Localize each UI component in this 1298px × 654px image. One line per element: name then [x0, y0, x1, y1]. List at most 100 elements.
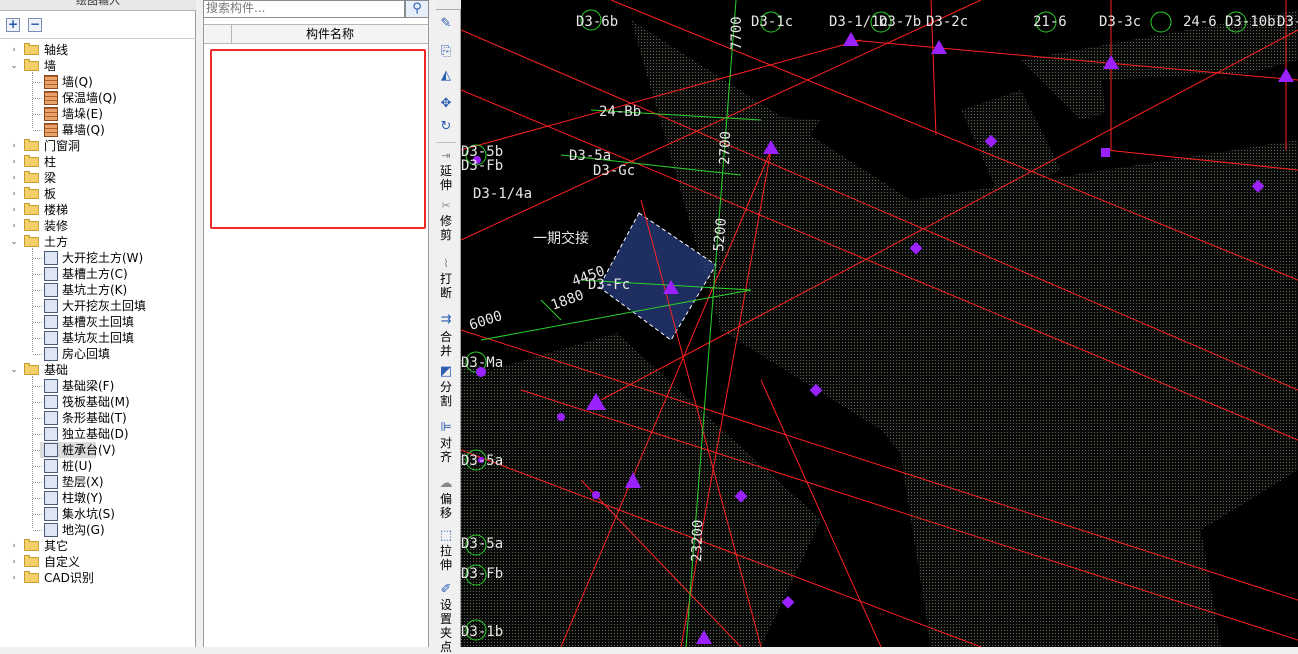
tree-item[interactable]: ⌄ 墙 [6, 58, 192, 74]
tool-offset-label[interactable]: 偏移 [438, 492, 454, 520]
tree-item[interactable]: › 楼梯 [6, 202, 192, 218]
tree-item[interactable]: › 轴线 [6, 42, 192, 58]
highlight-box [210, 49, 426, 229]
tree-child-item[interactable]: 基坑灰土回填 [40, 330, 134, 346]
rotate-icon[interactable]: ↻ [434, 117, 458, 137]
tree-child-item[interactable]: 柱墩(Y) [40, 490, 103, 506]
tool-split-label[interactable]: 分割 [438, 380, 454, 408]
cad-drawing[interactable]: D3-6b D3-1c D3-1/1c D3-7b D3-2c 21-6 D3-… [461, 0, 1298, 647]
tree-child-item[interactable]: 垫层(X) [40, 474, 104, 490]
tree-item-label: 其它 [44, 539, 69, 553]
tree-child-item[interactable]: 基槽灰土回填 [40, 314, 134, 330]
move-icon[interactable]: ✥ [434, 94, 458, 114]
chevron-right-icon[interactable]: › [10, 538, 18, 554]
tree-child-item[interactable]: 保温墙(Q) [40, 90, 117, 106]
tree-item[interactable]: › 其它 [6, 538, 192, 554]
stretch-icon[interactable]: ⬚ [434, 526, 458, 546]
tree-item[interactable]: › 自定义 [6, 554, 192, 570]
tree-child-item[interactable]: 地沟(G) [40, 522, 105, 538]
tool-extend-label[interactable]: 延伸 [438, 164, 454, 192]
chevron-down-icon[interactable]: ⌄ [10, 362, 18, 378]
search-input[interactable]: 搜索构件... [203, 0, 405, 18]
folder-icon [24, 571, 39, 583]
tree-child-item[interactable]: 幕墙(Q) [40, 122, 105, 138]
chevron-right-icon[interactable]: › [10, 42, 18, 58]
extend-icon[interactable]: ⇥ [434, 146, 458, 166]
split-icon[interactable]: ◩ [434, 362, 458, 382]
merge-icon[interactable]: ⇉ [434, 310, 458, 330]
chevron-right-icon[interactable]: › [10, 186, 18, 202]
tree-item-label: 轴线 [44, 43, 69, 57]
offset-icon[interactable]: ☁ [434, 474, 458, 494]
canvas-label: D3-6b [576, 14, 618, 30]
canvas-label: D3-1c [751, 14, 793, 30]
tree-child-label: 桩(U) [62, 459, 93, 473]
chevron-right-icon[interactable]: › [10, 154, 18, 170]
tree-child-item[interactable]: 墙(Q) [40, 74, 93, 90]
pen-icon[interactable]: ✎ [434, 14, 458, 34]
mirror-icon[interactable]: ◭ [434, 66, 458, 86]
tool-stretch-label[interactable]: 拉伸 [438, 544, 454, 572]
chevron-right-icon[interactable]: › [10, 218, 18, 234]
chevron-right-icon[interactable]: › [10, 570, 18, 586]
tree-item[interactable]: › 装修 [6, 218, 192, 234]
trim-icon[interactable]: ✂ [434, 196, 458, 216]
tree-child-item[interactable]: 筏板基础(M) [40, 394, 130, 410]
tree-child-item[interactable]: 基础梁(F) [40, 378, 114, 394]
grip-icon[interactable]: ✐ [434, 580, 458, 600]
break-icon[interactable]: ⌇ [434, 254, 458, 274]
canvas-label: D3-Fc [588, 277, 630, 293]
tree-child-item[interactable]: 桩(U) [40, 458, 92, 474]
chevron-right-icon[interactable]: › [10, 202, 18, 218]
remove-button[interactable]: − [28, 18, 42, 32]
tool-align-label[interactable]: 对齐 [438, 436, 454, 464]
tree-item[interactable]: ⌄ 基础 [6, 362, 192, 378]
column-header-name[interactable]: 构件名称 [232, 24, 428, 44]
chevron-right-icon[interactable]: › [10, 554, 18, 570]
tree-child-item[interactable]: 大开挖土方(W) [40, 250, 143, 266]
canvas-label: 24-6 [1183, 14, 1217, 30]
tree-child-item[interactable]: 基槽土方(C) [40, 266, 128, 282]
component-icon [44, 299, 58, 313]
tree-child-item[interactable]: 集水坑(S) [40, 506, 115, 522]
tree-child-item[interactable]: 条形基础(T) [40, 410, 127, 426]
tree-child-item[interactable]: 墙垛(E) [40, 106, 103, 122]
tree-item[interactable]: › 门窗洞 [6, 138, 192, 154]
tree-child-label: 大开挖灰土回填 [62, 299, 147, 313]
tree-item[interactable]: ⌄ 土方 [6, 234, 192, 250]
tree-child-item[interactable]: 桩承台(V) [40, 442, 116, 458]
tree-item-label: 土方 [44, 235, 69, 249]
chevron-right-icon[interactable]: › [10, 170, 18, 186]
tool-break-label[interactable]: 打断 [438, 272, 454, 300]
copy-icon[interactable]: ⎘ [434, 42, 458, 62]
folder-icon [24, 203, 39, 215]
tool-trim-label[interactable]: 修剪 [438, 214, 454, 242]
tree-child-item[interactable]: 独立基础(D) [40, 426, 129, 442]
tree-child-label: 筏板基础(M) [62, 395, 130, 409]
tree-child-label: 房心回填 [62, 347, 111, 361]
chevron-down-icon[interactable]: ⌄ [10, 234, 18, 250]
tool-merge-label[interactable]: 合并 [438, 330, 454, 358]
component-icon [44, 267, 58, 281]
tree-child-item[interactable]: 大开挖灰土回填 [40, 298, 146, 314]
chevron-down-icon[interactable]: ⌄ [10, 58, 18, 74]
tree-child-item[interactable]: 房心回填 [40, 346, 110, 362]
add-button[interactable]: + [6, 18, 20, 32]
canvas-label: D3-Ma [461, 355, 503, 371]
tree-item[interactable]: › 板 [6, 186, 192, 202]
tree-child-item[interactable]: 基坑土方(K) [40, 282, 127, 298]
tree-item[interactable]: › 柱 [6, 154, 192, 170]
drawing-canvas[interactable]: D3-6b D3-1c D3-1/1c D3-7b D3-2c 21-6 D3-… [461, 0, 1298, 647]
tree-child-label: 柱墩(Y) [62, 491, 103, 505]
tree-item-label: 楼梯 [44, 203, 69, 217]
align-icon[interactable]: ⊫ [434, 418, 458, 438]
chevron-right-icon[interactable]: › [10, 138, 18, 154]
tree-child-label: 大开挖土方(W) [62, 251, 144, 265]
tree-divider [0, 38, 196, 39]
component-icon [44, 347, 58, 361]
tree-item[interactable]: › CAD识别 [6, 570, 192, 586]
tree-item[interactable]: › 梁 [6, 170, 192, 186]
search-icon[interactable]: ⚲ [405, 0, 429, 18]
tool-grip-label[interactable]: 设置夹点 [438, 598, 454, 654]
folder-icon [24, 43, 39, 55]
